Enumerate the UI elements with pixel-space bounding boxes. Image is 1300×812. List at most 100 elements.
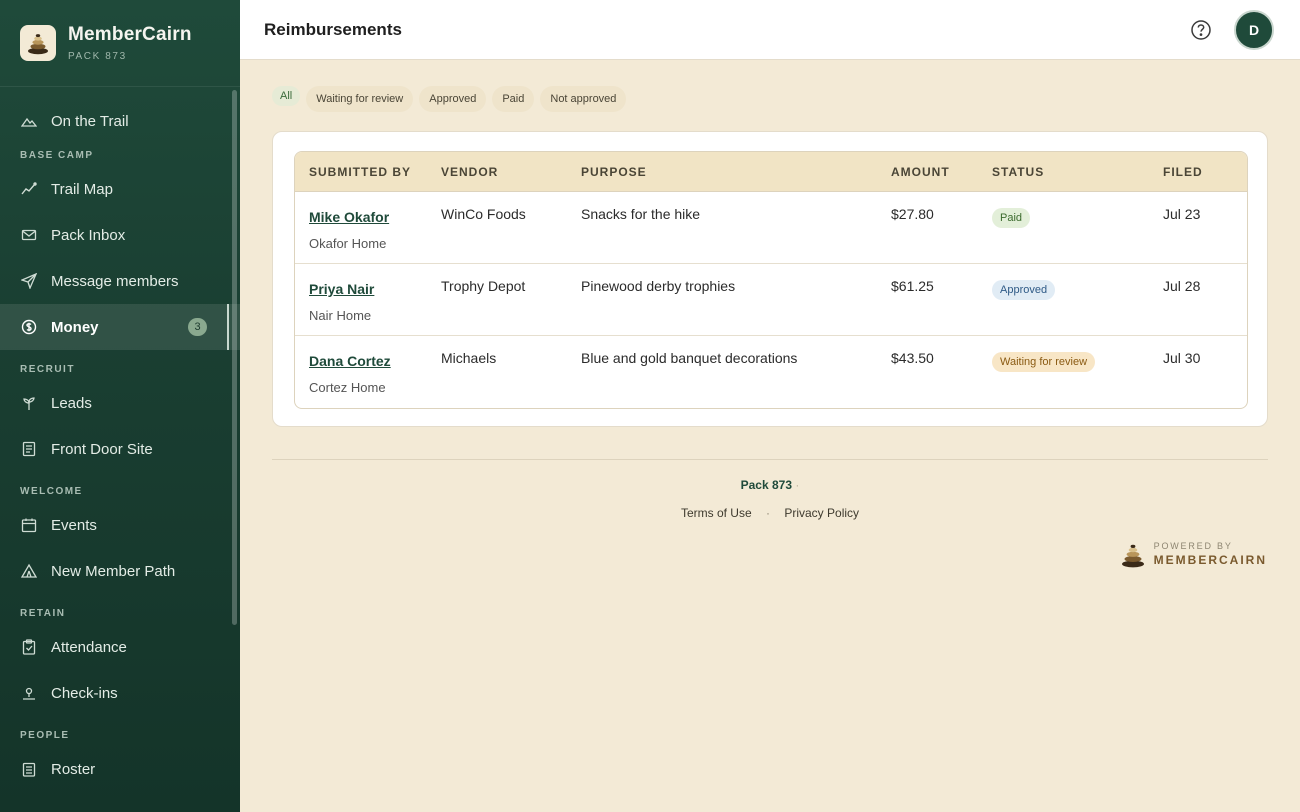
brand-name: MemberCairn <box>68 24 192 45</box>
cairn-logo-icon <box>1120 540 1146 568</box>
footer-links: Terms of Use · Privacy Policy <box>272 506 1268 520</box>
sidebar-item-attendance[interactable]: Attendance <box>0 624 240 670</box>
sidebar-item-label: Message members <box>51 272 179 290</box>
amount-cell: $27.80 <box>891 206 934 222</box>
status-filter-chips: All Waiting for review Approved Paid Not… <box>272 86 627 112</box>
mountain-icon <box>20 112 38 130</box>
powered-by-label: POWERED BY <box>1153 541 1233 551</box>
amount-cell: $61.25 <box>891 278 934 294</box>
sidebar-item-on-the-trail[interactable]: On the Trail <box>0 98 240 144</box>
purpose-cell: Blue and gold banquet decorations <box>581 350 798 366</box>
amount-cell: $43.50 <box>891 350 934 366</box>
table-header: SUBMITTED BY VENDOR PURPOSE AMOUNT STATU… <box>295 152 1247 192</box>
filed-cell: Jul 28 <box>1163 278 1201 294</box>
dollar-icon <box>20 318 38 336</box>
sidebar-item-label: New Member Path <box>51 562 176 580</box>
sprout-icon <box>20 394 38 412</box>
sidebar-item-check-ins[interactable]: Check-ins <box>0 670 240 716</box>
sidebar-item-pack-inbox[interactable]: Pack Inbox <box>0 212 240 258</box>
sidebar-item-label: Trail Map <box>51 180 113 198</box>
filter-all[interactable]: All <box>272 86 301 106</box>
sidebar-item-label: Leads <box>51 394 92 412</box>
tent-icon <box>20 562 38 580</box>
submitter-link[interactable]: Dana Cortez <box>309 353 441 369</box>
table-row: Priya Nair Nair Home Trophy Depot Pinewo… <box>295 264 1247 336</box>
reimbursements-table: SUBMITTED BY VENDOR PURPOSE AMOUNT STATU… <box>294 151 1248 409</box>
sidebar-item-events[interactable]: Events <box>0 502 240 548</box>
nav-section-people: PEOPLE <box>20 730 70 741</box>
sidebar-item-label: Check-ins <box>51 684 118 702</box>
table-row: Mike Okafor Okafor Home WinCo Foods Snac… <box>295 192 1247 264</box>
sidebar-item-trail-map[interactable]: Trail Map <box>0 166 240 212</box>
clipboard-icon <box>20 638 38 656</box>
sidebar-item-leads[interactable]: Leads <box>0 380 240 426</box>
table-row: Dana Cortez Cortez Home Michaels Blue an… <box>295 336 1247 408</box>
filter-approved[interactable]: Approved <box>419 86 487 112</box>
sidebar-item-front-door-site[interactable]: Front Door Site <box>0 426 240 472</box>
money-count-badge: 3 <box>188 318 207 336</box>
status-badge: Waiting for review <box>992 352 1096 372</box>
filter-paid[interactable]: Paid <box>492 86 535 112</box>
list-icon <box>20 760 38 778</box>
vendor-cell: Michaels <box>441 350 497 366</box>
brand[interactable]: MemberCairn PACK 873 <box>0 0 240 87</box>
household-name: Okafor Home <box>309 236 387 251</box>
filter-not-approved[interactable]: Not approved <box>540 86 627 112</box>
terms-link[interactable]: Terms of Use <box>681 506 752 520</box>
filed-cell: Jul 23 <box>1163 206 1201 222</box>
sidebar-item-money[interactable]: Money 3 <box>0 304 240 350</box>
sidebar-item-label: Money <box>51 318 99 336</box>
col-filed: FILED <box>1163 164 1203 179</box>
nav-section-base-camp: BASE CAMP <box>20 150 94 161</box>
submitter-link[interactable]: Mike Okafor <box>309 209 441 225</box>
filter-waiting-for-review[interactable]: Waiting for review <box>306 86 414 112</box>
sidebar-item-roster[interactable]: Roster <box>0 746 240 792</box>
send-icon <box>20 272 38 290</box>
col-submitted-by: SUBMITTED BY <box>309 164 411 179</box>
reimbursements-card: SUBMITTED BY VENDOR PURPOSE AMOUNT STATU… <box>272 131 1268 427</box>
cairn-logo-icon <box>20 25 56 61</box>
col-amount: AMOUNT <box>891 164 950 179</box>
powered-by-membercairn[interactable]: POWERED BY MEMBERCAIRN <box>1120 540 1267 568</box>
sidebar-item-message-members[interactable]: Message members <box>0 258 240 304</box>
sidebar-item-label: Pack Inbox <box>51 226 126 244</box>
mail-icon <box>20 226 38 244</box>
sidebar: MemberCairn PACK 873 On the Trail BASE C… <box>0 0 240 812</box>
help-icon[interactable] <box>1190 19 1212 41</box>
footer-separator: · <box>766 506 770 520</box>
col-status: STATUS <box>992 164 1045 179</box>
page-icon <box>20 440 38 458</box>
nav-section-retain: RETAIN <box>20 608 66 619</box>
top-header: Reimbursements D <box>240 0 1300 60</box>
footer-pack-label: Pack 873 <box>740 478 793 492</box>
sidebar-item-label: Attendance <box>51 638 127 656</box>
col-vendor: VENDOR <box>441 164 499 179</box>
powered-by-brand: MEMBERCAIRN <box>1153 553 1267 567</box>
brand-subtitle: PACK 873 <box>68 51 127 62</box>
nav-section-welcome: WELCOME <box>20 486 83 497</box>
sidebar-item-new-member-path[interactable]: New Member Path <box>0 548 240 594</box>
calendar-icon <box>20 516 38 534</box>
purpose-cell: Snacks for the hike <box>581 206 701 222</box>
sidebar-item-label: Roster <box>51 760 96 778</box>
pin-icon <box>20 684 38 702</box>
submitter-link[interactable]: Priya Nair <box>309 281 441 297</box>
page-title: Reimbursements <box>264 19 402 39</box>
privacy-link[interactable]: Privacy Policy <box>784 506 859 520</box>
vendor-cell: Trophy Depot <box>441 278 526 294</box>
footer-pack-name: Pack 873 · <box>740 478 800 492</box>
household-name: Cortez Home <box>309 380 386 395</box>
sidebar-item-label: Front Door Site <box>51 440 153 458</box>
sidebar-item-label: On the Trail <box>51 112 129 130</box>
col-purpose: PURPOSE <box>581 164 647 179</box>
footer-divider <box>272 459 1268 460</box>
sidebar-item-label: Events <box>51 516 97 534</box>
filed-cell: Jul 30 <box>1163 350 1201 366</box>
trend-icon <box>20 180 38 198</box>
household-name: Nair Home <box>309 308 372 323</box>
avatar[interactable]: D <box>1234 10 1274 50</box>
vendor-cell: WinCo Foods <box>441 206 526 222</box>
status-badge: Approved <box>992 280 1056 300</box>
purpose-cell: Pinewood derby trophies <box>581 278 736 294</box>
nav-section-recruit: RECRUIT <box>20 364 75 375</box>
